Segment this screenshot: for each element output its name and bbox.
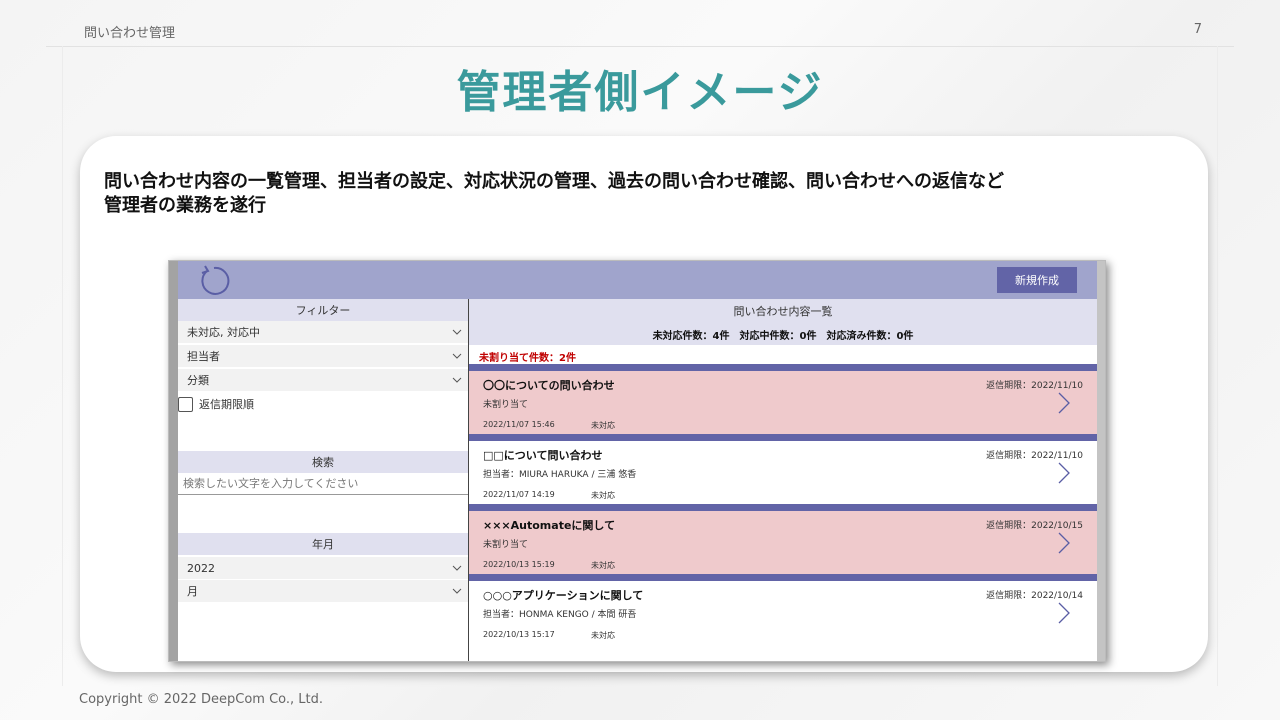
item-date: 2022/10/13 15:19 [483, 560, 555, 569]
item-divider-bar [469, 364, 1097, 371]
app-right-edge [1097, 261, 1105, 661]
item-divider-bar [469, 434, 1097, 441]
slide-header: 問い合わせ管理 [84, 26, 176, 41]
left-panel: フィルター 未対応, 対応中 担当者 分類 返信期限順 検索 年月 2022 [178, 299, 468, 661]
chevron-right-icon[interactable] [1057, 462, 1071, 484]
chevron-right-icon[interactable] [1057, 532, 1071, 554]
deadline-sort-label: 返信期限順 [199, 398, 254, 411]
app-left-edge [169, 261, 178, 661]
year-dropdown[interactable]: 2022 [178, 557, 468, 579]
year-dropdown-value: 2022 [187, 561, 215, 575]
frame-left-line [62, 46, 63, 686]
list-item[interactable]: ○○○アプリケーションに関して 返信期限：2022/10/14 担当者：HONM… [469, 574, 1097, 644]
deadline-sort-checkbox-row[interactable]: 返信期限順 [178, 395, 254, 413]
status-counts: 未対応件数：4件 対応中件数：0件 対応済み件数：0件 [652, 331, 914, 342]
item-date: 2022/11/07 14:19 [483, 490, 555, 499]
item-title: 〇〇についての問い合わせ [483, 379, 615, 392]
new-create-button[interactable]: 新規作成 [997, 267, 1077, 293]
chevron-down-icon [452, 329, 462, 335]
status-dropdown-value: 未対応, 対応中 [187, 326, 260, 339]
app-header-bar: 新規作成 [178, 261, 1097, 299]
item-title: □□について問い合わせ [483, 449, 603, 462]
item-deadline: 返信期限：2022/10/15 [986, 521, 1083, 531]
content-card: 問い合わせ内容の一覧管理、担当者の設定、対応状況の管理、過去の問い合わせ確認、問… [80, 136, 1208, 672]
month-dropdown-value: 月 [187, 585, 198, 598]
right-panel: 問い合わせ内容一覧 未対応件数：4件 対応中件数：0件 対応済み件数：0件 未割… [469, 299, 1097, 661]
item-date: 2022/11/07 15:46 [483, 420, 555, 429]
list-item[interactable]: ×××Automateに関して 返信期限：2022/10/15 未割り当て 20… [469, 504, 1097, 574]
page-number: 7 [1193, 22, 1202, 37]
item-divider-bar [469, 504, 1097, 511]
description-line-1: 問い合わせ内容の一覧管理、担当者の設定、対応状況の管理、過去の問い合わせ確認、問… [104, 171, 1004, 192]
category-dropdown-value: 分類 [187, 374, 209, 387]
refresh-icon[interactable] [198, 265, 230, 297]
chevron-down-icon [452, 588, 462, 594]
frame-right-line [1217, 46, 1218, 686]
item-deadline: 返信期限：2022/11/10 [986, 381, 1083, 391]
description: 問い合わせ内容の一覧管理、担当者の設定、対応状況の管理、過去の問い合わせ確認、問… [104, 170, 1184, 218]
app-screenshot: 新規作成 フィルター 未対応, 対応中 担当者 分類 返信期限順 検索 年月 [168, 260, 1106, 662]
item-assignee: 未割り当て [483, 540, 529, 550]
year-month-title: 年月 [178, 533, 468, 555]
description-line-2: 管理者の業務を遂行 [104, 195, 266, 216]
chevron-right-icon[interactable] [1057, 392, 1071, 414]
list-header: 問い合わせ内容一覧 未対応件数：4件 対応中件数：0件 対応済み件数：0件 [469, 299, 1097, 345]
item-status: 未対応 [591, 491, 615, 500]
status-dropdown[interactable]: 未対応, 対応中 [178, 321, 468, 343]
filter-title: フィルター [178, 299, 468, 321]
category-dropdown[interactable]: 分類 [178, 369, 468, 391]
item-deadline: 返信期限：2022/10/14 [986, 591, 1083, 601]
item-status: 未対応 [591, 421, 615, 430]
item-assignee: 担当者：HONMA KENGO / 本間 研吾 [483, 610, 637, 620]
item-status: 未対応 [591, 631, 615, 640]
header-rule [46, 46, 1234, 47]
item-title: ×××Automateに関して [483, 519, 616, 532]
unassigned-count: 未割り当て件数：2件 [479, 353, 576, 364]
search-input[interactable] [178, 473, 468, 495]
item-divider-bar [469, 574, 1097, 581]
slide-title: 管理者側イメージ [456, 67, 824, 118]
assignee-dropdown[interactable]: 担当者 [178, 345, 468, 367]
list-title: 問い合わせ内容一覧 [733, 305, 833, 318]
list-item[interactable]: □□について問い合わせ 返信期限：2022/11/10 担当者：MIURA HA… [469, 434, 1097, 504]
chevron-down-icon [452, 353, 462, 359]
chevron-down-icon [452, 565, 462, 571]
slide-footer: Copyright © 2022 DeepCom Co., Ltd. [79, 692, 324, 707]
chevron-right-icon[interactable] [1057, 602, 1071, 624]
item-assignee: 担当者：MIURA HARUKA / 三浦 悠香 [483, 470, 637, 480]
item-title: ○○○アプリケーションに関して [483, 589, 644, 602]
item-assignee: 未割り当て [483, 400, 529, 410]
item-date: 2022/10/13 15:17 [483, 630, 555, 639]
month-dropdown[interactable]: 月 [178, 580, 468, 602]
search-title: 検索 [178, 451, 468, 473]
chevron-down-icon [452, 377, 462, 383]
list-item[interactable]: 〇〇についての問い合わせ 返信期限：2022/11/10 未割り当て 2022/… [469, 364, 1097, 434]
item-status: 未対応 [591, 561, 615, 570]
item-deadline: 返信期限：2022/11/10 [986, 451, 1083, 461]
assignee-dropdown-value: 担当者 [187, 350, 220, 363]
deadline-sort-checkbox[interactable] [178, 396, 193, 412]
